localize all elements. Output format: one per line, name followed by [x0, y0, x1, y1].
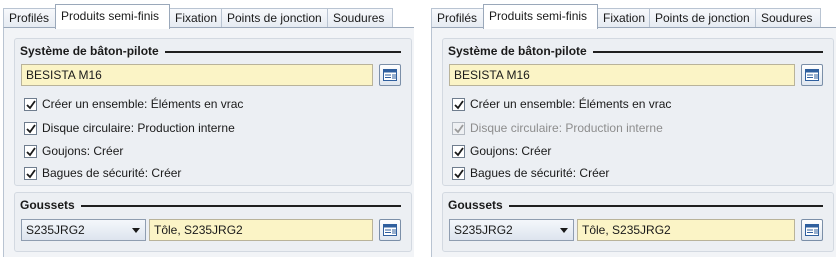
- gusset-description-field[interactable]: Tôle, S235JRG2: [149, 219, 373, 241]
- tab-strip: Profilés Produits semi-finis Fixation Po…: [431, 4, 836, 29]
- gusset-select-button[interactable]: [379, 219, 401, 241]
- gusset-description-field[interactable]: Tôle, S235JRG2: [577, 219, 795, 241]
- settings-panel-left: Profilés Produits semi-finis Fixation Po…: [0, 0, 414, 257]
- material-dropdown[interactable]: S235JRG2: [21, 219, 146, 241]
- catalog-icon: [805, 224, 819, 236]
- studs-checkbox[interactable]: Goujons: Créer: [24, 143, 123, 159]
- tab-content: Système de bâton-pilote BESISTA M16 Crée…: [3, 27, 414, 257]
- checkbox-box[interactable]: [24, 97, 37, 111]
- pilot-system-group: Système de bâton-pilote BESISTA M16 Crée…: [14, 38, 412, 186]
- material-dropdown-value: S235JRG2: [26, 223, 85, 237]
- group-title: Goussets: [20, 198, 401, 212]
- checkbox-label: Goujons: Créer: [470, 144, 552, 158]
- circular-disk-checkbox: Disque circulaire: Production interne: [452, 120, 663, 136]
- safety-rings-checkbox[interactable]: Bagues de sécurité: Créer: [24, 165, 181, 181]
- tab-content: Système de bâton-pilote BESISTA M16 Crée…: [431, 27, 836, 257]
- title-rule: [164, 51, 401, 53]
- checkbox-label: Disque circulaire: Production interne: [470, 121, 663, 135]
- pilot-system-group: Système de bâton-pilote BESISTA M16 Crée…: [442, 38, 834, 186]
- tab-semi-finished-products[interactable]: Produits semi-finis: [55, 4, 170, 29]
- circular-disk-checkbox[interactable]: Disque circulaire: Production interne: [24, 120, 235, 136]
- tab-welds[interactable]: Soudures: [327, 8, 393, 27]
- group-title: Goussets: [448, 198, 823, 212]
- checkbox-box[interactable]: [24, 166, 37, 180]
- create-assembly-checkbox[interactable]: Créer un ensemble: Éléments en vrac: [452, 96, 671, 112]
- gusset-select-button[interactable]: [801, 219, 823, 241]
- title-rule: [592, 51, 823, 53]
- checkbox-label: Disque circulaire: Production interne: [42, 121, 235, 135]
- checkbox-box: [452, 121, 465, 135]
- catalog-icon: [383, 224, 397, 236]
- checkbox-label: Bagues de sécurité: Créer: [42, 166, 182, 180]
- checkbox-box[interactable]: [452, 144, 465, 158]
- gussets-title: Goussets: [20, 198, 75, 212]
- material-dropdown[interactable]: S235JRG2: [449, 219, 574, 241]
- chevron-down-icon: [132, 228, 140, 233]
- check-icon: [454, 99, 464, 109]
- tab-profiles[interactable]: Profilés: [3, 8, 56, 27]
- create-assembly-checkbox[interactable]: Créer un ensemble: Éléments en vrac: [24, 96, 243, 112]
- checkbox-label: Créer un ensemble: Éléments en vrac: [470, 97, 672, 111]
- group-title: Système de bâton-pilote: [448, 44, 823, 58]
- title-rule: [508, 205, 823, 207]
- checkbox-label: Bagues de sécurité: Créer: [470, 166, 610, 180]
- tab-profiles[interactable]: Profilés: [431, 8, 484, 27]
- tab-connection-points[interactable]: Points de jonction: [649, 8, 756, 27]
- gussets-title: Goussets: [448, 198, 503, 212]
- group-title: Système de bâton-pilote: [20, 44, 401, 58]
- pilot-system-field[interactable]: BESISTA M16: [21, 64, 373, 86]
- check-icon: [26, 146, 36, 156]
- pilot-system-field[interactable]: BESISTA M16: [449, 64, 795, 86]
- title-rule: [80, 205, 401, 207]
- check-icon: [454, 146, 464, 156]
- checkbox-box[interactable]: [24, 144, 37, 158]
- tab-welds[interactable]: Soudures: [755, 8, 821, 27]
- catalog-icon: [805, 69, 819, 81]
- pilot-system-title: Système de bâton-pilote: [20, 44, 159, 58]
- check-icon: [454, 123, 464, 133]
- pilot-system-select-button[interactable]: [379, 64, 401, 86]
- gussets-group: Goussets S235JRG2 Tôle, S235JRG2: [14, 192, 412, 252]
- gussets-group: Goussets S235JRG2 Tôle, S235JRG2: [442, 192, 834, 252]
- studs-checkbox[interactable]: Goujons: Créer: [452, 143, 551, 159]
- checkbox-box[interactable]: [24, 121, 37, 135]
- check-icon: [26, 168, 36, 178]
- pilot-system-title: Système de bâton-pilote: [448, 44, 587, 58]
- tab-fastening[interactable]: Fixation: [169, 8, 222, 27]
- checkbox-box[interactable]: [452, 97, 465, 111]
- pilot-system-select-button[interactable]: [801, 64, 823, 86]
- checkbox-label: Goujons: Créer: [42, 144, 124, 158]
- check-icon: [454, 168, 464, 178]
- tab-connection-points[interactable]: Points de jonction: [221, 8, 328, 27]
- check-icon: [26, 99, 36, 109]
- settings-panel-right: Profilés Produits semi-finis Fixation Po…: [428, 0, 836, 257]
- chevron-down-icon: [560, 228, 568, 233]
- tab-strip: Profilés Produits semi-finis Fixation Po…: [3, 4, 414, 29]
- catalog-icon: [383, 69, 397, 81]
- check-icon: [26, 123, 36, 133]
- safety-rings-checkbox[interactable]: Bagues de sécurité: Créer: [452, 165, 609, 181]
- checkbox-label: Créer un ensemble: Éléments en vrac: [42, 97, 244, 111]
- checkbox-box[interactable]: [452, 166, 465, 180]
- tab-semi-finished-products[interactable]: Produits semi-finis: [483, 4, 598, 29]
- tab-fastening[interactable]: Fixation: [597, 8, 650, 27]
- material-dropdown-value: S235JRG2: [454, 223, 513, 237]
